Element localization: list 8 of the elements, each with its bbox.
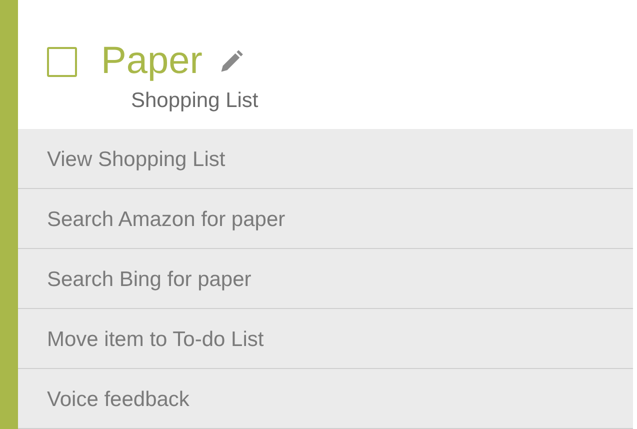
menu-item[interactable]: Voice feedback [18, 369, 633, 429]
menu-item[interactable]: Move item to To-do List [18, 309, 633, 370]
list-name: Shopping List [131, 89, 260, 113]
menu-item[interactable]: Search Bing for paper [18, 249, 633, 310]
checkbox[interactable] [47, 46, 77, 76]
menu-item[interactable]: View Shopping List [18, 129, 633, 190]
menu-item[interactable]: Search Amazon for paper [18, 189, 633, 250]
item-title: Paper [101, 40, 202, 83]
